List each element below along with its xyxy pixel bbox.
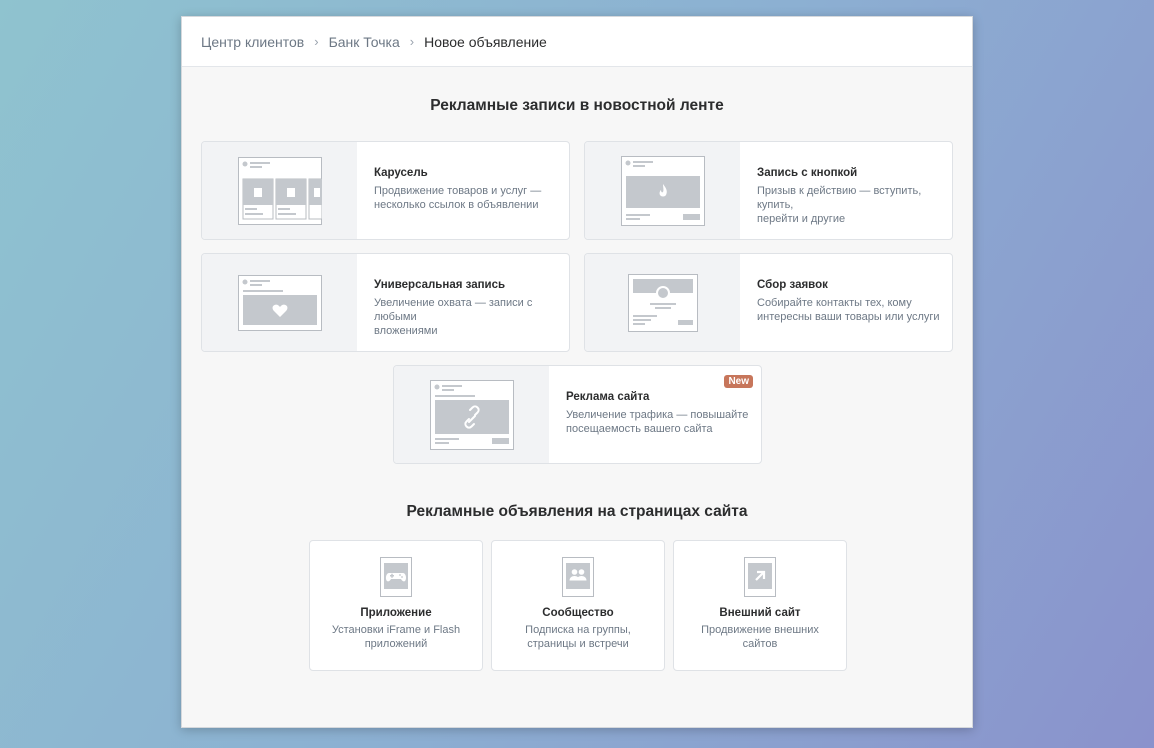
breadcrumb: Центр клиентов › Банк Точка › Новое объя… <box>182 17 972 67</box>
card-title: Внешний сайт <box>719 607 801 619</box>
ad-type-window: Центр клиентов › Банк Точка › Новое объя… <box>181 16 973 728</box>
breadcrumb-current: Новое объявление <box>424 33 547 50</box>
site-ad-preview-icon <box>429 379 514 450</box>
card-lead-form[interactable]: Сбор заявок Собирайте контакты тех, кому… <box>584 253 953 352</box>
card-site-ad[interactable]: Реклама сайта Увеличение трафика — повыш… <box>393 365 762 464</box>
button-post-preview-icon <box>620 155 705 226</box>
card-title: Сбор заявок <box>757 279 828 291</box>
card-title: Универсальная запись <box>374 279 506 291</box>
breadcrumb-bank[interactable]: Банк Точка <box>329 34 400 50</box>
card-application[interactable]: Приложение Установки iFrame и Flash прил… <box>309 540 483 671</box>
card-title: Карусель <box>374 167 428 179</box>
chevron-right-icon: › <box>409 34 415 49</box>
users-icon <box>562 557 594 597</box>
card-description: Продвижение товаров и услуг — несколько … <box>374 185 542 211</box>
card-title: Сообщество <box>542 607 614 619</box>
lead-form-preview-icon <box>627 273 698 332</box>
card-community[interactable]: Сообщество Подписка на группы, страницы … <box>491 540 665 671</box>
card-description: Собирайте контакты тех, кому интересны в… <box>757 297 940 323</box>
carousel-preview-icon <box>237 156 322 225</box>
gamepad-icon <box>380 557 412 597</box>
card-external-site[interactable]: Внешний сайт Продвижение внешних сайтов <box>673 540 847 671</box>
card-universal-post[interactable]: Универсальная запись Увеличение охвата —… <box>201 253 570 352</box>
card-description: Призыв к действию — вступить, купить, пе… <box>757 185 922 225</box>
feed-section-title: Рекламные записи в новостной ленте <box>430 97 724 114</box>
card-description: Увеличение трафика — повышайте посещаемо… <box>566 409 749 435</box>
card-description: Установки iFrame и Flash приложений <box>331 624 461 650</box>
universal-post-preview-icon <box>237 274 322 331</box>
card-title: Запись с кнопкой <box>757 167 858 179</box>
card-title: Реклама сайта <box>566 391 650 403</box>
card-carousel[interactable]: Карусель Продвижение товаров и услуг — н… <box>201 141 570 240</box>
card-title: Приложение <box>360 607 432 619</box>
card-description: Подписка на группы, страницы и встречи <box>525 624 631 650</box>
chevron-right-icon: › <box>314 34 319 49</box>
breadcrumb-client-center[interactable]: Центр клиентов <box>201 34 304 50</box>
card-description: Продвижение внешних сайтов <box>701 624 819 650</box>
external-link-icon <box>744 557 776 597</box>
new-badge: New <box>724 375 753 388</box>
card-button-post[interactable]: Запись с кнопкой Призыв к действию — вст… <box>584 141 953 240</box>
site-section-title: Рекламные объявления на страницах сайта <box>406 503 748 520</box>
card-description: Увеличение охвата — записи с любыми влож… <box>374 297 533 337</box>
